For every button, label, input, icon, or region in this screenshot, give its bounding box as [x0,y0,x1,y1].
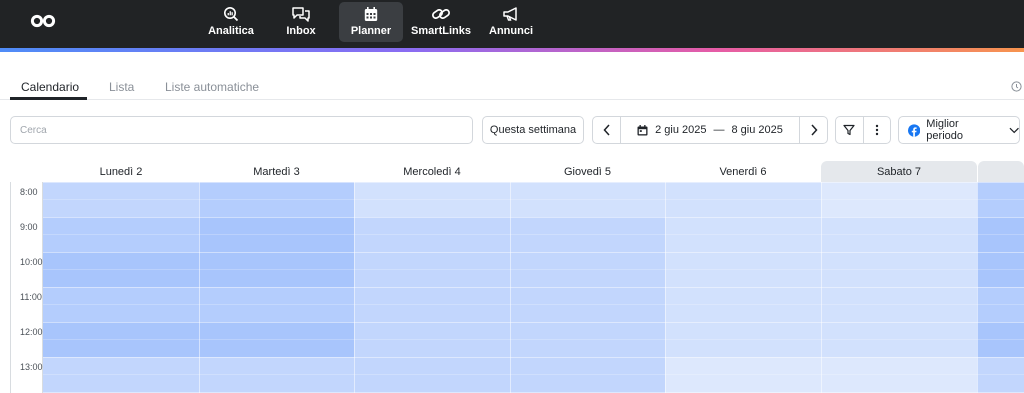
nav-planner[interactable]: Planner [339,2,403,42]
date-end: 8 giu 2025 [731,124,783,136]
nav-annunci[interactable]: Annunci [488,2,534,42]
nav-label: Annunci [489,25,533,37]
nav-smartlinks[interactable]: SmartLinks [411,2,471,42]
chevron-left-icon [602,124,610,136]
date-start: 2 giu 2025 [655,124,707,136]
calendar-slot[interactable] [977,357,1024,393]
calendar-slot[interactable] [821,357,977,393]
hour-gridline [10,357,1024,358]
calendar-icon [637,124,648,135]
day-header: Martedì 3 [253,165,300,178]
more-options-button[interactable] [864,117,891,143]
calendar-slot[interactable] [43,357,199,393]
filter-icon [843,124,855,136]
kebab-menu-icon [875,124,878,136]
date-separator: — [713,124,725,136]
hour-gridline [10,252,1024,253]
view-tabs: Calendario Lista Liste automatiche [0,72,1024,100]
tab-calendario[interactable]: Calendario [21,80,79,94]
time-label: 12:00 [20,327,43,337]
hour-gridline [10,287,1024,288]
date-range-picker[interactable]: 2 giu 2025 — 8 giu 2025 [621,117,799,143]
half-hour-gridline [43,199,1024,200]
time-label: 8:00 [20,187,38,197]
megaphone-icon [502,5,520,23]
chevron-down-icon [1009,127,1019,133]
day-header: Lunedì 2 [99,165,143,178]
this-week-button[interactable]: Questa settimana [482,116,584,144]
previous-week-button[interactable] [593,117,621,143]
calendar-slot[interactable] [199,357,354,393]
calendar-grid-icon [364,5,378,23]
half-hour-gridline [43,269,1024,270]
next-week-button[interactable] [799,117,827,143]
day-header: Venerdì 6 [719,165,767,178]
brand-gradient-divider [0,48,1024,52]
half-hour-gridline [43,304,1024,305]
calendar-slot[interactable] [510,357,665,393]
analytics-search-icon [223,5,239,23]
chat-bubbles-icon [291,5,311,23]
nav-label: Planner [350,25,392,37]
time-label: 9:00 [20,222,38,232]
search-input[interactable] [10,116,473,144]
calendar-slot[interactable] [665,357,821,393]
nav-label: Inbox [286,25,316,37]
facebook-icon [908,123,921,137]
half-hour-gridline [43,234,1024,235]
filter-button[interactable] [836,117,864,143]
calendar-slot[interactable] [354,357,510,393]
logo-infinity-icon[interactable] [30,13,56,29]
active-tab-indicator [10,97,87,100]
best-time-dropdown[interactable]: Miglior periodo [898,116,1020,144]
hour-gridline [10,322,1024,323]
date-range-navigator: 2 giu 2025 — 8 giu 2025 [592,116,828,144]
tab-liste-automatiche[interactable]: Liste automatiche [165,80,259,94]
time-label: 13:00 [20,362,43,372]
nav-label: SmartLinks [411,25,471,37]
this-week-label: Questa settimana [489,124,577,136]
best-time-label: Miglior periodo [926,118,963,142]
info-icon[interactable] [1011,81,1022,92]
day-header-partial [978,161,1024,182]
time-label: 10:00 [20,257,43,267]
tab-lista[interactable]: Lista [109,80,134,94]
day-header: Giovedì 5 [563,165,612,178]
nav-analitica[interactable]: Analitica [205,2,257,42]
hour-gridline [10,217,1024,218]
hour-gridline [10,182,1024,183]
chevron-right-icon [810,124,818,136]
nav-label: Analitica [208,25,254,37]
time-label: 11:00 [20,292,42,302]
filter-options-group [835,116,891,144]
half-hour-gridline [43,374,1024,375]
half-hour-gridline [43,339,1024,340]
day-header: Sabato 7 [821,161,977,182]
link-icon [431,5,451,23]
day-header: Mercoledì 4 [403,165,461,178]
nav-inbox[interactable]: Inbox [277,2,325,42]
